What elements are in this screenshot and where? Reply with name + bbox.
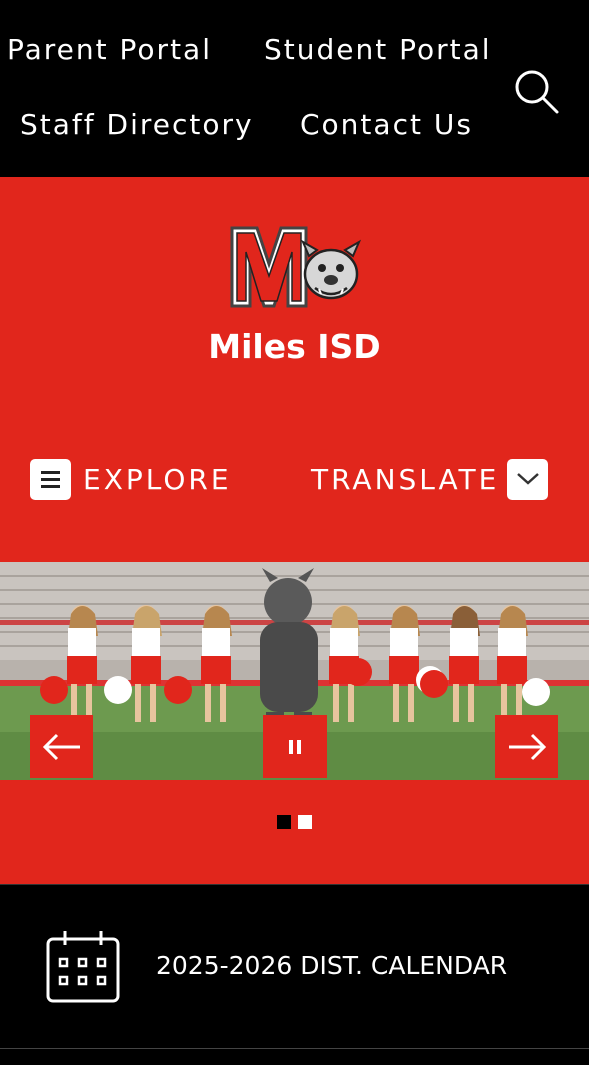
pause-slideshow-button[interactable]: [263, 715, 327, 778]
slide-dot-2[interactable]: [298, 815, 312, 829]
parent-portal-link[interactable]: Parent Portal: [7, 33, 212, 66]
arrow-right-icon: [508, 733, 546, 760]
search-button[interactable]: [510, 66, 562, 118]
miles-bulldog-logo: [230, 226, 362, 308]
top-nav-bar: Parent Portal Student Portal Staff Direc…: [0, 0, 589, 177]
hamburger-icon: [30, 458, 71, 500]
contact-us-link[interactable]: Contact Us: [300, 108, 473, 141]
student-portal-link[interactable]: Student Portal: [264, 33, 492, 66]
search-icon: [515, 70, 559, 114]
slideshow: [0, 562, 589, 780]
calendar-quick-link[interactable]: 2025-2026 DIST. CALENDAR: [0, 884, 589, 1048]
previous-slide-button[interactable]: [30, 715, 93, 778]
site-header: Miles ISD EXPLORE TRANSLATE: [0, 177, 589, 562]
chevron-down-icon: [507, 458, 549, 500]
site-title: Miles ISD: [208, 327, 381, 366]
slideshow-pagination: [0, 780, 589, 884]
staff-directory-link[interactable]: Staff Directory: [20, 108, 254, 141]
page: Parent Portal Student Portal Staff Direc…: [0, 0, 589, 1065]
calendar-icon: [46, 931, 120, 1003]
translate-label: TRANSLATE: [311, 462, 500, 496]
home-logo-link[interactable]: [229, 222, 363, 312]
translate-button[interactable]: TRANSLATE: [311, 457, 549, 501]
next-quick-link-strip: [0, 1048, 589, 1065]
pause-icon: [289, 739, 301, 754]
arrow-left-icon: [42, 733, 80, 760]
slide-dot-1[interactable]: [277, 815, 291, 829]
explore-label: EXPLORE: [83, 462, 232, 496]
calendar-link-label: 2025-2026 DIST. CALENDAR: [156, 951, 508, 980]
explore-menu-button[interactable]: EXPLORE: [30, 457, 232, 501]
next-slide-button[interactable]: [495, 715, 558, 778]
